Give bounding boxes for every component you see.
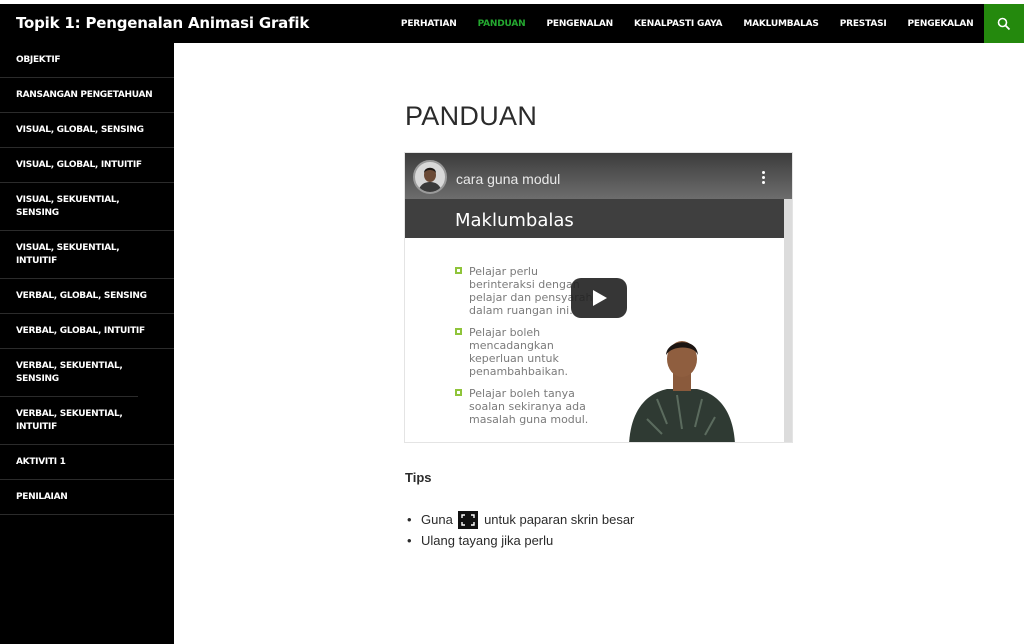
nav-item-maklumbalas[interactable]: MAKLUMBALAS [733,19,829,29]
nav-item-perhatian[interactable]: PERHATIAN [390,19,467,29]
sidebar-item-visual-global-sensing[interactable]: VISUAL, GLOBAL, SENSING [0,113,174,148]
nav-item-panduan[interactable]: PANDUAN [467,19,536,29]
sidebar-item-ransangan-pengetahuan[interactable]: RANSANGAN PENGETAHUAN [0,78,174,113]
bullet-square-icon [455,328,462,335]
sidebar-item-verbal-sekuential-intuitif[interactable]: VERBAL, SEKUENTIAL, INTUITIF [0,397,174,445]
slide-heading: Maklumbalas [455,210,574,231]
sidebar-item-verbal-sekuential-sensing[interactable]: VERBAL, SEKUENTIAL, SENSING [0,349,138,397]
sidebar-item-visual-sekuential-intuitif[interactable]: VISUAL, SEKUENTIAL, INTUITIF [0,231,174,279]
more-vert-icon[interactable] [762,171,766,186]
presenter-figure [629,341,735,442]
tips-item-fullscreen: Guna untuk paparan skrin besar [405,509,634,530]
play-button[interactable] [571,278,627,318]
sidebar-item-visual-global-intuitif[interactable]: VISUAL, GLOBAL, INTUITIF [0,148,174,183]
sidebar: OBJEKTIF RANSANGAN PENGETAHUAN VISUAL, G… [0,43,174,644]
nav-item-prestasi[interactable]: PRESTASI [829,19,897,29]
tips-item-text-after: untuk paparan skrin besar [484,512,635,527]
tips-item-replay: Ulang tayang jika perlu [405,530,634,551]
page-title: PANDUAN [405,101,538,131]
channel-avatar[interactable] [413,160,447,194]
nav-item-pengenalan[interactable]: PENGENALAN [536,19,624,29]
video-title[interactable]: cara guna modul [456,171,560,187]
sidebar-item-penilaian[interactable]: PENILAIAN [0,480,174,515]
search-icon [997,17,1011,30]
sidebar-item-verbal-global-intuitif[interactable]: VERBAL, GLOBAL, INTUITIF [0,314,174,349]
bullet-square-icon [455,267,462,274]
tips-heading: Tips [405,470,432,485]
tips-list: Guna untuk paparan skrin besar Ulang tay… [405,509,634,551]
nav-item-kenalpasti-gaya[interactable]: KENALPASTI GAYA [624,19,733,29]
video-player[interactable]: Maklumbalas Pelajar perlu berinteraksi d… [404,152,793,443]
fullscreen-icon [458,510,479,529]
sidebar-item-aktiviti-1[interactable]: AKTIVITI 1 [0,445,174,480]
top-navigation: PERHATIAN PANDUAN PENGENALAN KENALPASTI … [390,4,984,43]
site-title[interactable]: Topik 1: Pengenalan Animasi Grafik [16,14,309,32]
nav-item-pengekalan[interactable]: PENGEKALAN [897,19,984,29]
sidebar-item-verbal-global-sensing[interactable]: VERBAL, GLOBAL, SENSING [0,279,174,314]
top-header-bar: Topik 1: Pengenalan Animasi Grafik PERHA… [0,4,1024,43]
sidebar-item-visual-sekuential-sensing[interactable]: VISUAL, SEKUENTIAL, SENSING [0,183,174,231]
bullet-square-icon [455,389,462,396]
slide-heading-bar: Maklumbalas [405,199,786,238]
tips-item-text-before: Guna [421,512,453,527]
slide-edge [784,199,792,442]
video-title-bar: cara guna modul [405,153,792,199]
avatar-portrait-icon [418,167,442,192]
search-button[interactable] [984,4,1024,43]
sidebar-item-objektif[interactable]: OBJEKTIF [0,43,174,78]
